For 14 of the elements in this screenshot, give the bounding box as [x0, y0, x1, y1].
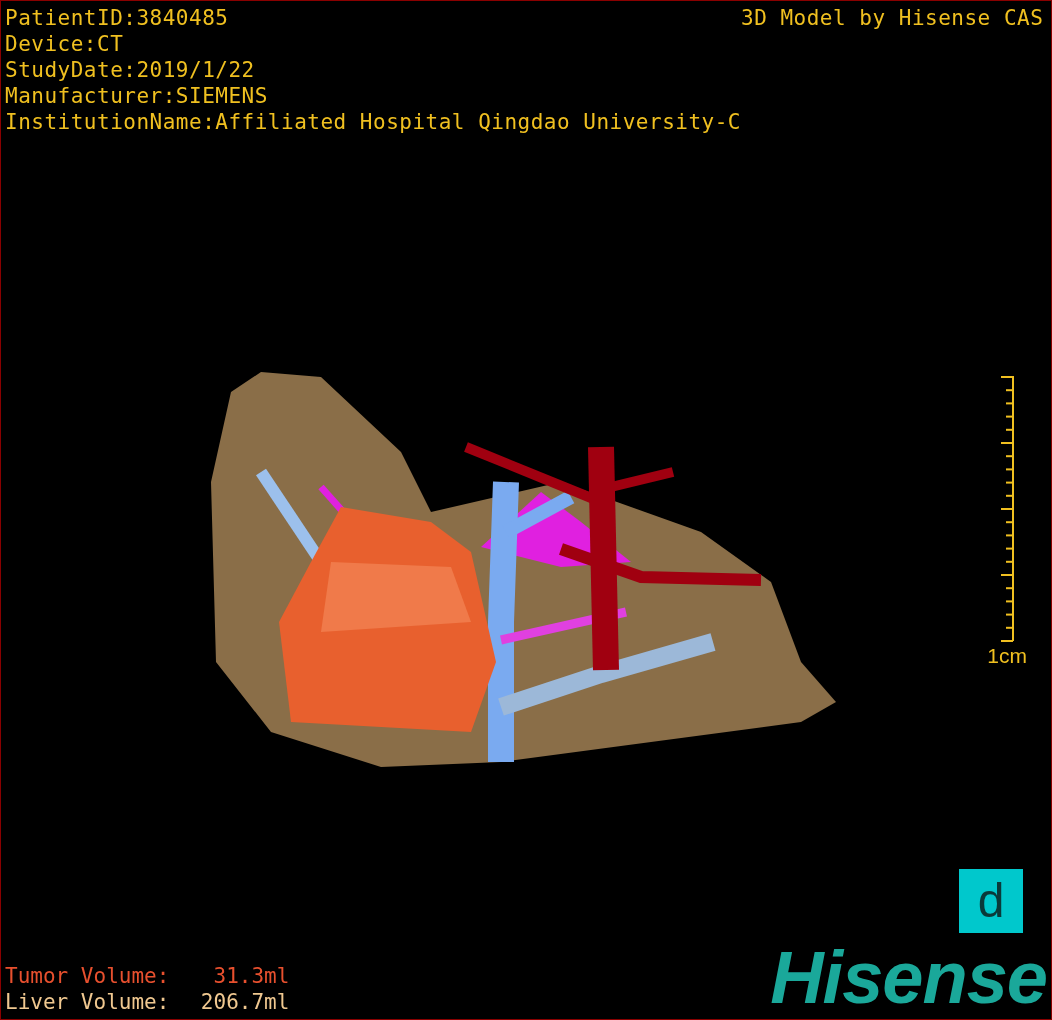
volume-label: Tumor Volume: [5, 964, 170, 988]
d-button[interactable]: d [959, 869, 1023, 933]
info-text: InstitutionName:Affiliated Hospital Qingdao University-C [5, 109, 741, 135]
volume-value: 31.3ml [212, 963, 290, 989]
scale-bar-icon [1000, 375, 1015, 643]
info-text: PatientID:3840485 [5, 5, 230, 31]
logo-text: Hisense [770, 941, 1047, 1015]
volume-label: Liver Volume: [5, 990, 170, 1014]
info-text: StudyDate:2019/1/22 [5, 57, 256, 83]
credit-text: 3D Model by Hisense CAS [741, 5, 1045, 32]
info-text: Device:CT [5, 31, 125, 57]
info-text: Manufacturer:SIEMENS [5, 83, 269, 109]
volume-value: 206.7ml [199, 989, 290, 1015]
scale-label: 1cm [987, 643, 1027, 669]
